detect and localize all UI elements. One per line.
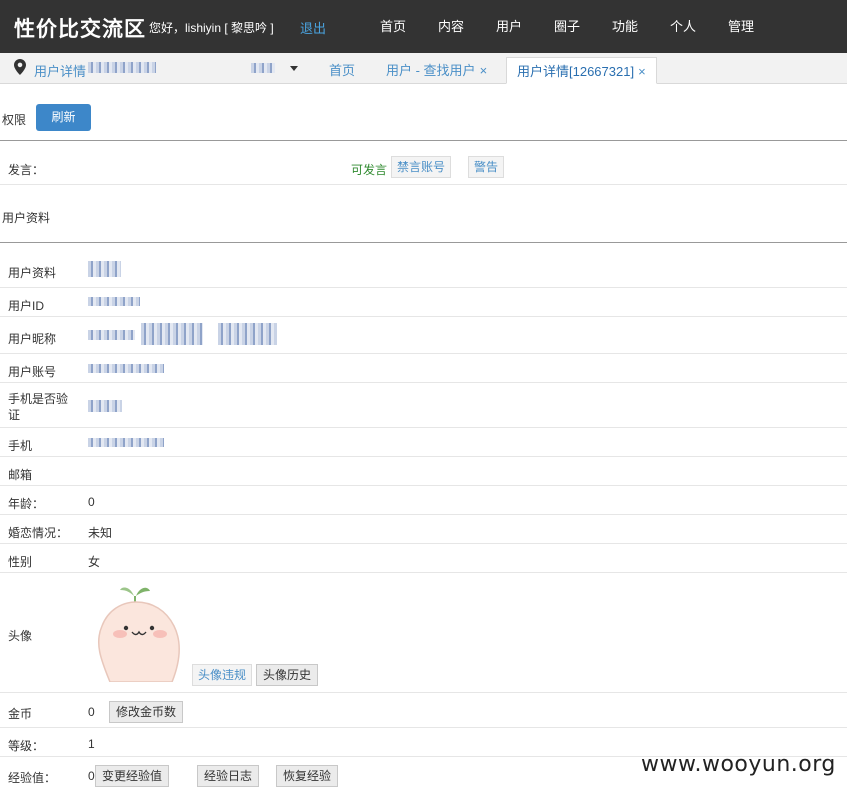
top-navigation-bar: 性价比交流区 您好，lishiyin [ 黎思吟 ] 退出 首页 内容 用户 圈… (0, 0, 847, 53)
divider (0, 427, 847, 428)
field-value-marital: 未知 (88, 526, 113, 540)
breadcrumb-current: 用户详情 (34, 64, 87, 79)
close-icon[interactable]: × (638, 64, 646, 79)
divider (0, 727, 847, 728)
divider (0, 287, 847, 288)
main-nav: 首页 内容 用户 圈子 功能 个人 管理 (364, 0, 770, 53)
field-label-marital: 婚恋情况： (8, 526, 69, 540)
tab-user-detail[interactable]: 用户详情[12667321] × (506, 57, 657, 84)
site-brand[interactable]: 性价比交流区 (14, 13, 146, 43)
field-value-coins: 0 (88, 705, 95, 719)
divider (0, 242, 847, 243)
nav-item-admin[interactable]: 管理 (712, 0, 770, 53)
divider (0, 456, 847, 457)
divider (0, 514, 847, 515)
redacted-phone (88, 438, 164, 447)
field-value-age: 0 (88, 495, 95, 509)
experience-log-button[interactable]: 经验日志 (197, 765, 260, 787)
redacted-nickname-button[interactable] (141, 323, 203, 345)
redacted-account (88, 364, 164, 373)
divider (0, 572, 847, 573)
avatar-history-button[interactable]: 头像历史 (256, 664, 319, 686)
avatar (98, 587, 180, 682)
profile-section-title: 用户资料 (2, 211, 51, 225)
field-label-email: 邮箱 (8, 468, 33, 482)
speech-label: 发言： (8, 163, 45, 177)
field-label-nickname: 用户昵称 (8, 332, 57, 346)
location-pin-icon (14, 59, 26, 75)
tab-label: 首页 (329, 63, 356, 78)
field-label-phone: 手机 (8, 439, 33, 453)
nav-item-circles[interactable]: 圈子 (538, 0, 596, 53)
field-label-age: 年龄： (8, 497, 45, 511)
field-label-phone-verified: 手机是否验证 (8, 392, 69, 422)
field-label-profile: 用户资料 (8, 266, 57, 280)
tab-home[interactable]: 首页 (319, 57, 365, 84)
nav-item-functions[interactable]: 功能 (596, 0, 654, 53)
field-label-experience: 经验值： (8, 771, 57, 785)
field-label-user-id: 用户ID (8, 299, 45, 313)
restore-experience-button[interactable]: 恢复经验 (276, 765, 339, 787)
nav-item-personal[interactable]: 个人 (654, 0, 712, 53)
redacted-nickname (88, 330, 135, 340)
tab-bar: 用户详情 首页 用户 - 查找用户 × 用户详情[12667321] × (0, 53, 847, 84)
avatar-violation-button[interactable]: 头像违规 (192, 664, 253, 686)
redacted-tab-menu (251, 63, 275, 73)
speech-status: 可发言 (351, 163, 388, 177)
close-icon[interactable]: × (480, 63, 488, 78)
permissions-label: 权限 (2, 113, 27, 127)
redacted-user-id-value (88, 297, 140, 306)
divider (0, 140, 847, 141)
divider (0, 316, 847, 317)
field-label-level: 等级： (8, 739, 45, 753)
divider (0, 692, 847, 693)
refresh-button[interactable]: 刷新 (36, 104, 91, 131)
tab-label: 用户 - 查找用户 (386, 63, 476, 78)
divider (0, 485, 847, 486)
user-greeting: 您好，lishiyin [ 黎思吟 ] (149, 21, 274, 35)
ban-account-button[interactable]: 禁言账号 (391, 156, 452, 178)
change-experience-button[interactable]: 变更经验值 (95, 765, 170, 787)
field-label-avatar: 头像 (8, 629, 33, 643)
field-value-gender: 女 (88, 555, 101, 569)
watermark: www.wooyun.org (641, 752, 836, 777)
divider (0, 184, 847, 185)
modify-coins-button[interactable]: 修改金币数 (109, 701, 184, 723)
nav-item-users[interactable]: 用户 (480, 0, 538, 53)
field-value-level: 1 (88, 737, 95, 751)
chevron-down-icon[interactable] (290, 66, 298, 71)
redacted-nickname-button[interactable] (218, 323, 277, 345)
warn-button[interactable]: 警告 (468, 156, 505, 178)
tab-find-user[interactable]: 用户 - 查找用户 × (376, 57, 497, 84)
tab-label: 用户详情[12667321] (517, 64, 635, 79)
divider (0, 543, 847, 544)
field-value-experience: 0 (88, 769, 95, 783)
logout-link[interactable]: 退出 (300, 18, 326, 37)
field-label-gender: 性别 (8, 555, 33, 569)
redacted-phone-verified (88, 400, 122, 412)
divider (0, 353, 847, 354)
redacted-user-id (88, 62, 156, 73)
nav-item-home[interactable]: 首页 (364, 0, 422, 53)
field-label-coins: 金币 (8, 707, 33, 721)
nav-item-content[interactable]: 内容 (422, 0, 480, 53)
divider (0, 382, 847, 383)
field-label-account: 用户账号 (8, 365, 57, 379)
redacted-profile (88, 261, 121, 277)
